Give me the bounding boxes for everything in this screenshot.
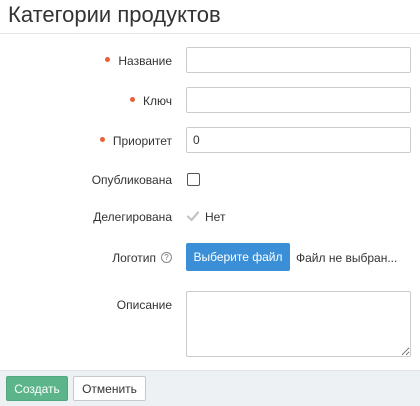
- published-label: Опубликована: [91, 173, 172, 187]
- name-label: Название: [105, 47, 172, 75]
- choose-file-button[interactable]: Выберите файл: [186, 243, 290, 271]
- published-checkbox[interactable]: [187, 173, 200, 186]
- page-title: Категории продуктов: [8, 2, 221, 27]
- help-icon[interactable]: ?: [161, 252, 172, 264]
- published-row: Опубликована: [0, 166, 420, 194]
- cancel-button[interactable]: Отменить: [73, 376, 146, 401]
- form-footer: Создать Отменить: [0, 370, 420, 406]
- check-icon: [186, 211, 200, 222]
- delegated-value: Нет: [205, 210, 226, 224]
- key-label: Ключ: [130, 87, 172, 115]
- description-label: Описание: [116, 298, 172, 312]
- required-indicator: [130, 97, 136, 103]
- name-label-text: Название: [118, 54, 172, 68]
- priority-label: Приоритет: [99, 127, 172, 155]
- priority-row: Приоритет: [0, 127, 420, 155]
- priority-label-text: Приоритет: [112, 134, 172, 148]
- delegated-label: Делегирована: [93, 210, 172, 224]
- required-indicator: [99, 137, 105, 143]
- key-row: Ключ: [0, 87, 420, 115]
- logo-label: Логотип?: [112, 244, 172, 272]
- create-button[interactable]: Создать: [6, 376, 68, 401]
- key-input[interactable]: [186, 87, 411, 113]
- key-label-text: Ключ: [143, 94, 172, 108]
- description-textarea[interactable]: [186, 291, 411, 357]
- description-row: Описание: [0, 291, 420, 357]
- required-indicator: [105, 57, 111, 63]
- priority-input[interactable]: [186, 127, 411, 153]
- title-divider: [0, 33, 420, 34]
- delegated-row: Делегирована Нет: [0, 203, 420, 231]
- name-input[interactable]: [186, 47, 411, 73]
- logo-label-text: Логотип: [112, 251, 156, 265]
- logo-row: Логотип? Выберите файл Файл не выбран...: [0, 243, 420, 272]
- file-status-text: Файл не выбран...: [296, 251, 398, 265]
- name-row: Название: [0, 47, 420, 75]
